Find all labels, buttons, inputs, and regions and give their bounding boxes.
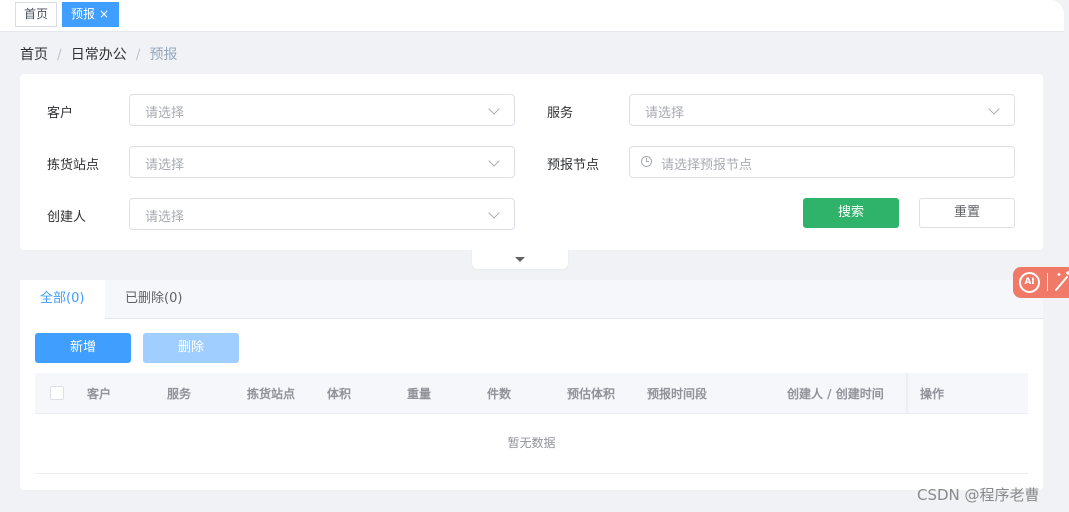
reset-button[interactable]: 重置 xyxy=(919,198,1015,228)
delete-button[interactable]: 删除 xyxy=(143,333,239,363)
chevron-down-icon xyxy=(488,207,500,219)
ai-assistant-widget[interactable]: AI xyxy=(1013,267,1069,298)
chevron-down-icon xyxy=(488,155,500,167)
tab-deleted[interactable]: 已删除(0) xyxy=(105,280,202,319)
chevron-down-icon xyxy=(988,103,1000,115)
column-header-estimated-volume[interactable]: 预估体积 xyxy=(567,385,615,402)
breadcrumb-current: 预报 xyxy=(149,47,178,63)
breadcrumb-home[interactable]: 首页 xyxy=(20,44,48,64)
table-panel: 全部(0) 已删除(0) 新增 删除 客户 服务 拣货站点 体积 重量 件数 预… xyxy=(20,280,1043,490)
column-header-volume[interactable]: 体积 xyxy=(327,385,351,402)
widget-divider xyxy=(1047,273,1048,291)
pick-station-placeholder: 请选择 xyxy=(145,158,185,173)
magic-wand-icon[interactable] xyxy=(1054,270,1069,297)
tabs-header: 全部(0) 已删除(0) xyxy=(20,280,1043,319)
breadcrumb-office[interactable]: 日常办公 xyxy=(71,44,127,64)
column-header-actions: 操作 xyxy=(920,387,945,401)
customer-label: 客户 xyxy=(47,106,74,121)
pick-station-select[interactable]: 请选择 xyxy=(129,146,515,178)
csdn-watermark: CSDN @程序老曹 xyxy=(917,486,1040,504)
service-placeholder: 请选择 xyxy=(645,106,685,121)
tag-home[interactable]: 首页 xyxy=(15,2,57,27)
creator-select[interactable]: 请选择 xyxy=(129,198,515,230)
forecast-node-placeholder: 请选择预报节点 xyxy=(661,158,753,173)
clock-icon xyxy=(641,156,652,167)
tags-bar: 首页 预报 × xyxy=(0,0,1064,32)
tag-forecast-label: 预报 xyxy=(71,7,96,21)
creator-placeholder: 请选择 xyxy=(145,210,185,225)
collapse-toggle[interactable] xyxy=(472,249,568,269)
creator-label: 创建人 xyxy=(47,210,87,225)
column-header-customer[interactable]: 客户 xyxy=(87,385,111,402)
customer-select[interactable]: 请选择 xyxy=(129,94,515,126)
table-header: 客户 服务 拣货站点 体积 重量 件数 预估体积 预报时间段 创建人 / 创建时… xyxy=(35,373,1028,414)
close-icon[interactable]: × xyxy=(99,7,109,21)
column-header-creator-time[interactable]: 创建人 / 创建时间 xyxy=(787,385,884,402)
empty-state-text: 暂无数据 xyxy=(35,414,1028,474)
search-panel: 客户 请选择 服务 请选择 拣货站点 请选择 预报节点 请选择预报节点 创建人 … xyxy=(20,74,1043,250)
search-button[interactable]: 搜索 xyxy=(803,198,899,228)
breadcrumb: 首页 / 日常办公 / 预报 xyxy=(20,44,177,64)
forecast-node-label: 预报节点 xyxy=(547,158,600,173)
forecast-node-picker[interactable]: 请选择预报节点 xyxy=(629,146,1015,178)
service-label: 服务 xyxy=(547,106,574,121)
pick-station-label: 拣货站点 xyxy=(47,158,100,173)
column-header-weight[interactable]: 重量 xyxy=(407,385,431,402)
select-all-checkbox[interactable] xyxy=(50,386,64,400)
chevron-down-icon xyxy=(488,103,500,115)
fixed-column-divider xyxy=(906,373,909,413)
customer-placeholder: 请选择 xyxy=(145,106,185,121)
add-button[interactable]: 新增 xyxy=(35,333,131,363)
caret-down-icon xyxy=(515,257,525,262)
tab-all[interactable]: 全部(0) xyxy=(20,280,105,319)
tag-forecast[interactable]: 预报 × xyxy=(62,2,119,27)
breadcrumb-separator: / xyxy=(135,47,141,63)
column-header-pick-station[interactable]: 拣货站点 xyxy=(247,385,295,402)
column-header-service[interactable]: 服务 xyxy=(167,385,191,402)
service-select[interactable]: 请选择 xyxy=(629,94,1015,126)
ai-icon[interactable]: AI xyxy=(1019,272,1040,293)
column-header-forecast-period[interactable]: 预报时间段 xyxy=(647,385,707,402)
breadcrumb-separator: / xyxy=(57,47,62,63)
column-header-pieces[interactable]: 件数 xyxy=(487,385,511,402)
